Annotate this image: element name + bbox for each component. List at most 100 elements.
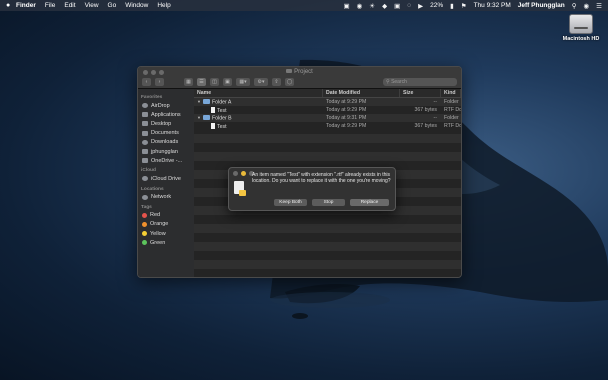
row-name-cell: Test — [194, 122, 323, 130]
row-kind: Folder — [444, 115, 459, 121]
row-kind: RTF Doc — [444, 107, 461, 113]
sidebar-item-home[interactable]: jphungglan — [138, 147, 194, 156]
sidebar-item-downloads[interactable]: Downloads — [138, 138, 194, 147]
sidebar-item-documents[interactable]: Documents — [138, 129, 194, 138]
back-button[interactable]: ‹ — [142, 78, 151, 86]
home-icon — [142, 149, 148, 155]
sidebar-item-applications[interactable]: Applications — [138, 110, 194, 119]
table-row[interactable]: ▼ Folder A Today at 9:29 PM -- Folder — [194, 98, 461, 106]
folder-icon — [203, 98, 210, 104]
flag-icon[interactable]: ⚑ — [461, 2, 467, 10]
column-header-kind[interactable]: Kind — [441, 89, 461, 97]
sidebar-item-onedrive[interactable]: OneDrive -... — [138, 156, 194, 165]
sidebar-item-tag-green[interactable]: Green — [138, 238, 194, 247]
column-header-size[interactable]: Size — [400, 89, 441, 97]
apple-menu-icon[interactable]: ● — [6, 2, 16, 9]
search-icon[interactable]: ⚲ — [572, 2, 577, 10]
status-icon-3[interactable]: ☀ — [369, 2, 375, 10]
sidebar-item-tag-yellow[interactable]: Yellow — [138, 229, 194, 238]
column-header: Name Date Modified Size Kind — [194, 89, 461, 98]
sidebar-item-label: Red — [150, 212, 161, 219]
column-view-button[interactable]: ◫ — [210, 78, 219, 86]
row-name-cell: ▼ Folder A — [194, 98, 323, 105]
row-date: Today at 9:31 PM — [326, 115, 367, 121]
battery-icon[interactable]: ▮ — [450, 2, 454, 10]
table-row[interactable]: ▼ Folder B Today at 9:31 PM -- Folder — [194, 114, 461, 122]
documents-icon — [142, 130, 148, 136]
hard-drive-icon — [569, 14, 593, 34]
menubar-user[interactable]: Jeff Phungglan — [518, 2, 565, 9]
desktop-icon — [142, 121, 148, 127]
sidebar-item-desktop[interactable]: Desktop — [138, 119, 194, 128]
sidebar-item-label: jphungglan — [151, 148, 178, 155]
table-row[interactable]: Test Today at 9:29 PM 367 bytes RTF Doc — [194, 122, 461, 130]
document-icon — [211, 122, 215, 129]
menu-help[interactable]: Help — [157, 2, 170, 9]
sidebar-item-airdrop[interactable]: AirDrop — [138, 101, 194, 110]
cloud-icon — [142, 176, 148, 182]
status-icon-2[interactable]: ◉ — [357, 2, 363, 10]
dialog-message: An item named "Test" with extension ".rt… — [252, 172, 391, 185]
tag-color-dot-icon — [142, 212, 147, 218]
folder-icon — [142, 158, 148, 164]
sidebar-heading-icloud: iCloud — [141, 168, 156, 174]
sidebar-item-label: OneDrive -... — [151, 157, 183, 164]
document-warning-icon — [234, 181, 246, 196]
sidebar-item-icloud-drive[interactable]: iCloud Drive — [138, 174, 194, 183]
sidebar-item-tag-red[interactable]: Red — [138, 211, 194, 220]
row-size: 367 bytes — [414, 123, 438, 129]
row-date: Today at 9:29 PM — [326, 123, 367, 129]
macintosh-hd-desktop-icon[interactable]: Macintosh HD — [560, 14, 602, 42]
group-button[interactable]: ▦▾ — [236, 78, 250, 86]
list-view-button[interactable]: ☰ — [197, 78, 206, 86]
finder-sidebar: Favorites AirDrop Applications Desktop D… — [138, 89, 194, 277]
control-center-icon[interactable]: ☰ — [596, 2, 602, 10]
network-icon — [142, 194, 148, 200]
sidebar-item-label: Network — [151, 194, 172, 201]
dialog-minimize-button[interactable] — [241, 171, 246, 176]
table-row[interactable]: Test Today at 9:29 PM 367 bytes RTF Doc — [194, 106, 461, 114]
action-gear-icon[interactable]: ⚙▾ — [254, 78, 268, 86]
row-kind: RTF Doc — [444, 123, 461, 129]
file-rows: ▼ Folder A Today at 9:29 PM -- Folder Tes… — [194, 98, 461, 130]
row-name: Test — [217, 107, 227, 114]
icon-view-button[interactable]: ▦ — [184, 78, 193, 86]
menu-file[interactable]: File — [45, 2, 55, 9]
menubar-clock[interactable]: Thu 9:32 PM — [474, 2, 511, 9]
menu-window[interactable]: Window — [125, 2, 148, 9]
menu-edit[interactable]: Edit — [64, 2, 75, 9]
search-field[interactable]: ⚲ Search — [383, 78, 457, 86]
downloads-icon — [142, 139, 148, 145]
sidebar-item-network[interactable]: Network — [138, 193, 194, 202]
sidebar-item-tag-orange[interactable]: Orange — [138, 220, 194, 229]
column-header-date[interactable]: Date Modified — [323, 89, 400, 97]
tag-icon[interactable]: ◯ — [285, 78, 294, 86]
stop-button[interactable]: Stop — [312, 199, 345, 206]
siri-icon[interactable]: ◉ — [584, 2, 590, 10]
dialog-window-controls — [233, 171, 254, 176]
column-header-name[interactable]: Name — [194, 89, 323, 97]
wifi-icon[interactable]: ◌ — [407, 2, 411, 9]
forward-button[interactable]: › — [155, 78, 164, 86]
sidebar-heading-tags: Tags — [141, 204, 152, 210]
row-name: Folder B — [212, 115, 232, 122]
replace-button[interactable]: Replace — [350, 199, 389, 206]
sidebar-item-label: Green — [150, 239, 166, 246]
dialog-close-button[interactable] — [233, 171, 238, 176]
gallery-view-button[interactable]: ▣ — [223, 78, 232, 86]
volume-icon[interactable]: ▶ — [418, 2, 423, 10]
dropbox-icon[interactable]: ◆ — [382, 2, 387, 10]
battery-percent[interactable]: 22% — [430, 2, 443, 9]
row-name-cell: Test — [194, 106, 323, 114]
row-kind: Folder — [444, 99, 459, 105]
menu-app-name[interactable]: Finder — [16, 2, 36, 9]
menu-go[interactable]: Go — [108, 2, 117, 9]
menu-view[interactable]: View — [85, 2, 99, 9]
keep-both-button[interactable]: Keep Both — [274, 199, 307, 206]
menu-bar: ● Finder File Edit View Go Window Help ▣… — [0, 0, 608, 11]
share-icon[interactable]: ⇧ — [272, 78, 281, 86]
sidebar-item-label: AirDrop — [151, 102, 170, 109]
sidebar-item-label: Applications — [151, 111, 181, 118]
status-icon-1[interactable]: ▣ — [343, 2, 349, 10]
status-icon-5[interactable]: ▣ — [394, 2, 400, 10]
